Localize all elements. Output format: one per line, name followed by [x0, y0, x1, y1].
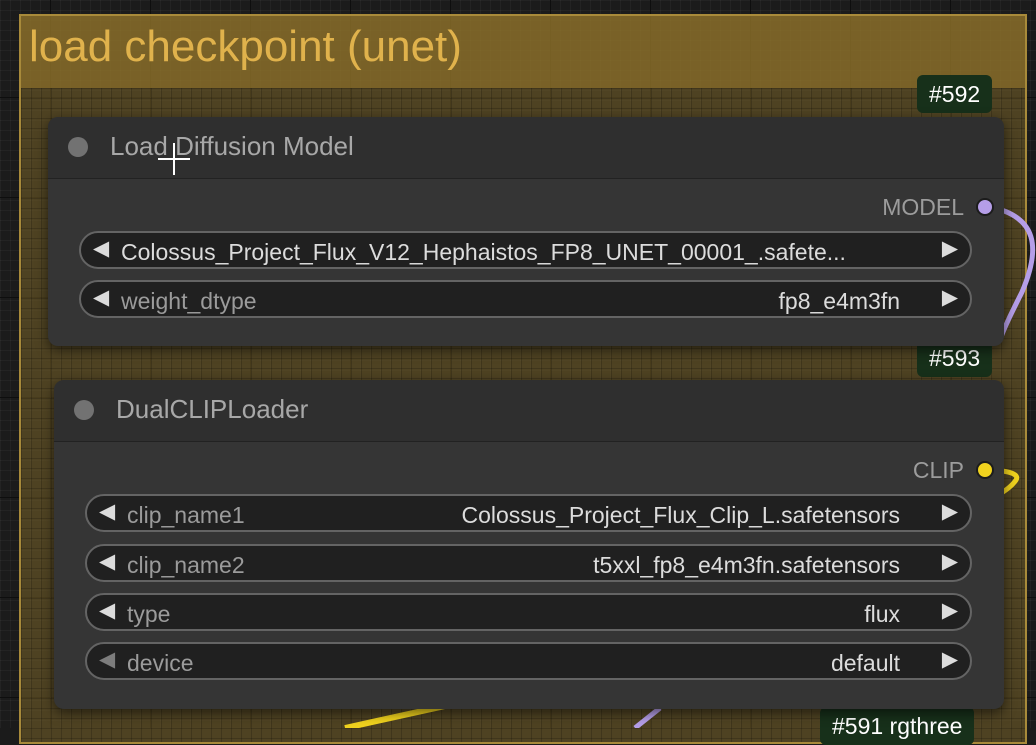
arrow-right-icon[interactable]: ▶ — [942, 549, 958, 574]
arrow-left-icon[interactable]: ◀ — [93, 236, 109, 261]
clip-link-lower — [344, 703, 446, 728]
widget-value: Colossus_Project_Flux_Clip_L.safetensors — [461, 502, 901, 528]
crosshair-cursor-icon — [158, 143, 190, 175]
node-id-badge-592: #592 — [917, 75, 993, 113]
arrow-right-icon[interactable]: ▶ — [942, 285, 958, 310]
arrow-right-icon[interactable]: ▶ — [942, 598, 958, 623]
widget-name: clip_name1 — [127, 502, 245, 528]
widget-name: type — [127, 601, 171, 627]
widget-value: Colossus_Project_Flux_V12_Hephaistos_FP8… — [121, 239, 846, 265]
arrow-right-icon[interactable]: ▶ — [942, 499, 958, 524]
output-slot-model[interactable] — [976, 198, 994, 216]
node-collapse-dot-icon[interactable] — [74, 400, 94, 420]
widget-value: fp8_e4m3fn — [778, 288, 900, 314]
arrow-left-icon[interactable]: ◀ — [93, 285, 109, 310]
widget-name: weight_dtype — [121, 288, 257, 314]
arrow-right-icon[interactable]: ▶ — [942, 236, 958, 261]
node-load-diffusion-model[interactable]: Load Diffusion Model MODEL ◀ Colossus_Pr… — [48, 117, 1004, 346]
arrow-left-icon[interactable]: ◀ — [99, 598, 115, 623]
output-slot-clip[interactable] — [976, 461, 994, 479]
node-title-bar[interactable]: Load Diffusion Model — [48, 117, 1004, 179]
widget-value: default — [830, 650, 900, 676]
arrow-left-icon[interactable]: ◀ — [99, 499, 115, 524]
arrow-left-icon[interactable]: ◀ — [99, 549, 115, 574]
widget-name: clip_name2 — [127, 552, 245, 578]
combo-clip-name1[interactable]: ◀ clip_name1 Colossus_Project_Flux_Clip_… — [85, 494, 972, 532]
combo-weight-dtype[interactable]: ◀ weight_dtype fp8_e4m3fn ▶ — [79, 280, 972, 318]
combo-device[interactable]: ◀ device default ▶ — [85, 642, 972, 680]
widget-value: t5xxl_fp8_e4m3fn.safetensors — [593, 552, 900, 578]
node-dual-clip-loader[interactable]: DualCLIPLoader CLIP ◀ clip_name1 Colossu… — [54, 380, 1004, 709]
combo-unet-name[interactable]: ◀ Colossus_Project_Flux_V12_Hephaistos_F… — [79, 231, 972, 269]
node-title: Load Diffusion Model — [110, 131, 354, 161]
node-title-bar[interactable]: DualCLIPLoader — [54, 380, 1004, 442]
output-label-clip: CLIP — [912, 457, 964, 483]
widget-name: device — [127, 650, 194, 676]
widget-value: flux — [864, 601, 900, 627]
arrow-left-icon[interactable]: ◀ — [99, 647, 115, 672]
arrow-right-icon[interactable]: ▶ — [942, 647, 958, 672]
combo-clip-name2[interactable]: ◀ clip_name2 t5xxl_fp8_e4m3fn.safetensor… — [85, 544, 972, 582]
node-collapse-dot-icon[interactable] — [68, 137, 88, 157]
model-link-lower — [633, 706, 662, 728]
combo-type[interactable]: ◀ type flux ▶ — [85, 593, 972, 631]
node-id-badge-591: #591 rgthree — [820, 707, 975, 745]
node-title: DualCLIPLoader — [116, 394, 309, 424]
output-label-model: MODEL — [882, 194, 964, 220]
